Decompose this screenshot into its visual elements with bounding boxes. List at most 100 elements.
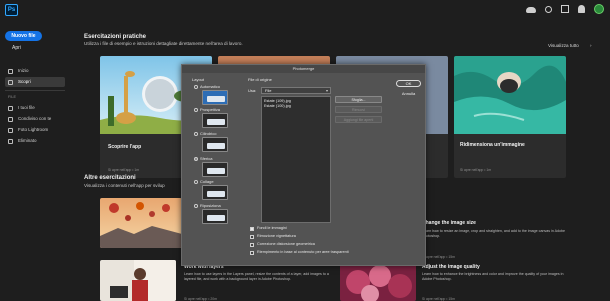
- distortion-correction-checkbox[interactable]: [250, 243, 254, 247]
- layout-auto-radio[interactable]: [194, 85, 198, 89]
- card-title: Ridimensiona un'immagine: [460, 142, 525, 148]
- sidebar-item-lightroom[interactable]: Foto Lightroom: [5, 125, 65, 135]
- file-list-item[interactable]: Estate (109).jpg: [264, 99, 291, 103]
- view-all-link[interactable]: Visualizza tutto: [548, 43, 579, 48]
- content-aware-fill-checkbox[interactable]: [250, 251, 254, 255]
- top-icons: [526, 4, 604, 14]
- photoshop-logo: Ps: [5, 4, 18, 16]
- thumbnail-preview: [207, 143, 225, 149]
- arrow-right-icon: ›: [590, 43, 592, 48]
- section-subtitle: Utilizza i file di esempio e istruzioni …: [84, 41, 243, 46]
- use-label: Usa:: [248, 88, 257, 93]
- layout-collage-thumbnail[interactable]: [202, 185, 228, 200]
- ok-button[interactable]: OK: [396, 80, 421, 87]
- use-select[interactable]: File ▾: [261, 87, 331, 94]
- cloud-icon[interactable]: [526, 7, 536, 13]
- tutorial-card-image[interactable]: [100, 260, 176, 301]
- layout-collage-radio[interactable]: [194, 180, 198, 184]
- layout-option-label: Riposiziona: [200, 203, 221, 208]
- card-image: [100, 260, 176, 301]
- sidebar-item-shared[interactable]: Condiviso con te: [5, 114, 65, 124]
- new-file-button[interactable]: Nuovo file: [5, 31, 42, 41]
- gift-icon[interactable]: [561, 5, 569, 13]
- checkbox-label: Riempimento in base al contenuto per are…: [257, 250, 349, 254]
- sidebar-item-label: Foto Lightroom: [18, 127, 49, 132]
- thumbnail-preview: [207, 215, 225, 221]
- layout-option-label: Sferica: [200, 156, 213, 161]
- card-description: Learn how to enhance the brightness and …: [422, 272, 564, 281]
- layout-spherical-radio[interactable]: [194, 157, 198, 161]
- card-meta: Si apre nell'app • 15m: [422, 255, 455, 259]
- sidebar-item-discover[interactable]: Scopri: [5, 77, 65, 87]
- card-description: Learn how to resize an image, crop and s…: [422, 229, 566, 238]
- card-meta: Si apre nell'app • 1m: [460, 168, 492, 172]
- sidebar-item-label: Condiviso con te: [18, 116, 52, 121]
- checkbox-label: Fondi le immagini: [257, 226, 287, 230]
- vignette-removal-checkbox[interactable]: [250, 235, 254, 239]
- layout-option-label: Prospettiva: [200, 107, 221, 112]
- use-select-value: File: [265, 88, 272, 93]
- card-title[interactable]: Adjust the image quality: [422, 264, 480, 270]
- chevron-down-icon: ▾: [325, 88, 328, 93]
- layout-label: Layout: [192, 77, 205, 82]
- photoshop-home: Ps Nuovo file Apri Inizio Scopri FILE I …: [0, 0, 610, 301]
- add-open-files-button[interactable]: Aggiungi file aperti: [335, 116, 382, 123]
- cancel-button[interactable]: Annulla: [396, 90, 421, 97]
- source-files-label: File di origine: [248, 77, 272, 82]
- card-meta: Si apre nell'app • 1m: [108, 168, 140, 172]
- card-meta: Si apre nell'app • 20m: [184, 297, 217, 301]
- thumbnail-preview: [207, 96, 225, 102]
- layout-option-label: Cilindrico: [200, 131, 217, 136]
- layout-perspective-radio[interactable]: [194, 108, 198, 112]
- dialog-title: Photomerge: [182, 65, 425, 73]
- section-subtitle: Visualizza i contenuti nell'app per svil…: [84, 183, 165, 188]
- home-icon: [8, 69, 13, 74]
- card-image: [340, 260, 416, 301]
- layout-option-label: Automatico: [200, 84, 221, 89]
- tutorial-card[interactable]: Ridimensiona un'immagine Si apre nell'ap…: [454, 56, 566, 178]
- layout-auto-thumbnail[interactable]: [202, 90, 228, 105]
- sidebar: Nuovo file Apri Inizio Scopri FILE I tuo…: [0, 20, 70, 301]
- section-title: Esercitazioni pratiche: [84, 34, 147, 40]
- layout-cylindrical-radio[interactable]: [194, 132, 198, 136]
- layout-spherical-thumbnail[interactable]: [202, 162, 228, 177]
- sidebar-item-label: Inizio: [18, 68, 29, 73]
- sidebar-item-label: I tuoi file: [18, 105, 35, 110]
- sidebar-item-deleted[interactable]: Eliminato: [5, 136, 65, 146]
- people-icon: [8, 117, 13, 122]
- search-icon[interactable]: [545, 5, 552, 13]
- avatar[interactable]: [594, 4, 604, 14]
- file-icon: [8, 106, 13, 111]
- section-title: Altre esercitazioni: [84, 175, 136, 181]
- thumbnail-preview: [207, 119, 225, 125]
- blend-images-checkbox[interactable]: [250, 227, 254, 231]
- thumbnail-preview: [207, 168, 225, 174]
- source-file-list[interactable]: Estate (109).jpg Estate (100).jpg: [261, 96, 331, 223]
- sidebar-item-your-files[interactable]: I tuoi file: [5, 103, 65, 113]
- open-button[interactable]: Apri: [12, 45, 21, 51]
- sidebar-item-label: Eliminato: [18, 138, 37, 143]
- tutorial-card-image[interactable]: [340, 260, 416, 301]
- file-list-item[interactable]: Estate (100).jpg: [264, 104, 291, 108]
- layout-reposition-thumbnail[interactable]: [202, 209, 228, 224]
- layout-cylindrical-thumbnail[interactable]: [202, 137, 228, 152]
- card-image: [100, 198, 182, 248]
- checkbox-label: Correzione distorsione geometrica: [257, 242, 315, 246]
- browse-button[interactable]: Sfoglia...: [335, 96, 382, 103]
- bell-icon[interactable]: [578, 5, 585, 13]
- sidebar-item-home[interactable]: Inizio: [5, 66, 65, 76]
- sidebar-item-label: Scopri: [18, 79, 31, 84]
- files-header: FILE: [8, 95, 17, 99]
- thumbnail-preview: [207, 191, 225, 197]
- layout-option-label: Collage: [200, 179, 214, 184]
- layout-reposition-radio[interactable]: [194, 204, 198, 208]
- remove-button[interactable]: Rimuovi: [335, 106, 382, 113]
- sidebar-divider: [5, 90, 65, 91]
- layout-perspective-thumbnail[interactable]: [202, 113, 228, 128]
- tutorial-card-image[interactable]: [100, 198, 182, 248]
- checkbox-label: Rimozione vignettatura: [257, 234, 296, 238]
- card-title[interactable]: Change the image size: [422, 220, 476, 226]
- card-title: Scoprire l'app: [108, 144, 142, 150]
- discover-icon: [8, 80, 13, 85]
- photomerge-dialog: Photomerge Layout Automatico Prospettiva…: [181, 64, 426, 266]
